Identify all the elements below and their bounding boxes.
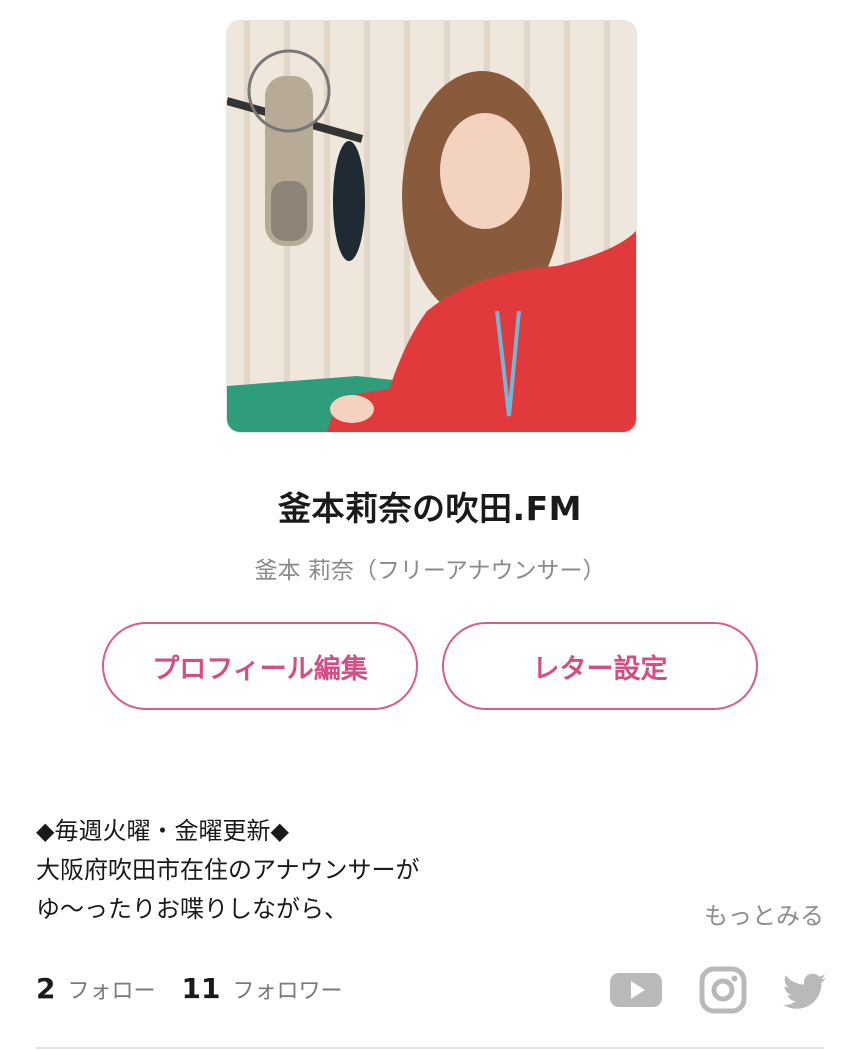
followers-count[interactable]: 11 [182, 972, 221, 1005]
follow-stats: 2 フォロー 11 フォロワー [36, 972, 368, 1005]
program-title: 釜本莉奈の吹田.FM [278, 489, 582, 528]
followers-label[interactable]: フォロワー [232, 973, 342, 1005]
following-count[interactable]: 2 [36, 972, 55, 1005]
divider [36, 1047, 824, 1049]
host-name[interactable]: 釜本 莉奈（フリーアナウンサー） [0, 551, 860, 585]
cover-image [226, 20, 637, 433]
following-label[interactable]: フォロー [67, 973, 155, 1005]
twitter-icon[interactable] [782, 966, 828, 1018]
see-more-link[interactable]: もっとみる [704, 896, 824, 931]
program-description: ◆毎週火曜・金曜更新◆ 大阪府吹田市在住のアナウンサーが ゆ〜ったりお喋りしなが… [36, 812, 420, 929]
letter-settings-button[interactable]: レター設定 [442, 622, 758, 710]
instagram-icon[interactable] [699, 966, 747, 1018]
edit-profile-button[interactable]: プロフィール編集 [102, 622, 418, 710]
description-line: ◆毎週火曜・金曜更新◆ [36, 817, 289, 845]
youtube-icon[interactable] [609, 966, 663, 1018]
description-line: ゆ〜ったりお喋りしながら、 [36, 895, 348, 923]
description-line: 大阪府吹田市在住のアナウンサーが [36, 856, 420, 884]
